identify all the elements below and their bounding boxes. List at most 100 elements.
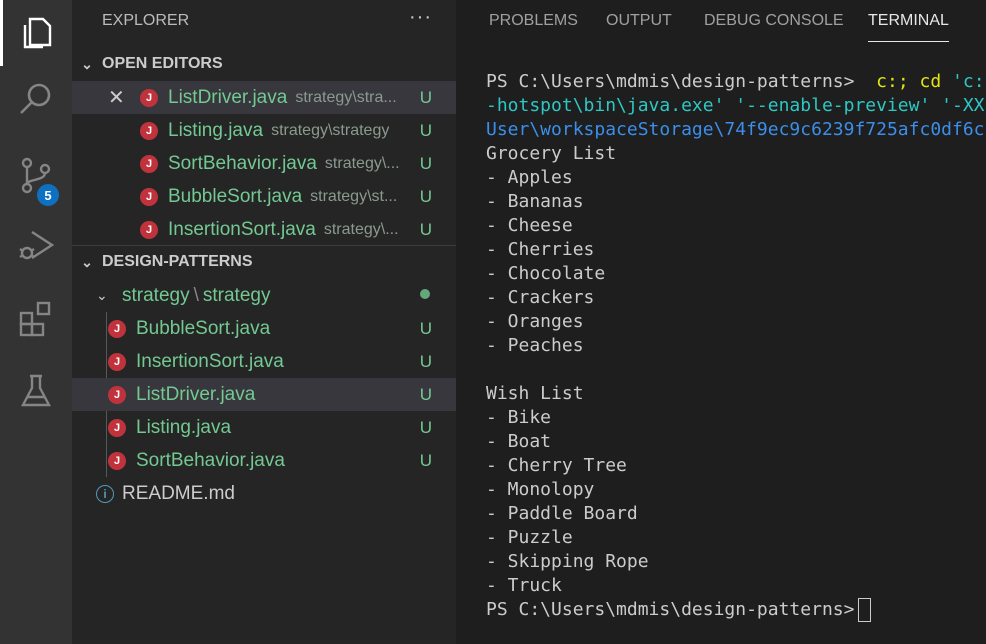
terminal-line: - Paddle Board	[486, 503, 638, 524]
terminal-line: - Puzzle	[486, 527, 573, 548]
tab-problems[interactable]: PROBLEMS	[489, 12, 578, 30]
file-path: strategy\stra...	[295, 88, 397, 106]
readme-item[interactable]: i README.md	[72, 477, 456, 510]
modified-dot-icon	[420, 289, 430, 299]
file-name: BubbleSort.java	[168, 185, 303, 207]
bottom-panel: PROBLEMS OUTPUT DEBUG CONSOLE TERMINAL P…	[456, 0, 986, 644]
terminal-command: c:;	[876, 71, 909, 92]
java-file-icon: J	[108, 385, 126, 404]
explorer-sidebar: EXPLORER ··· ⌄ OPEN EDITORS ✕ J ListDriv…	[72, 0, 456, 644]
git-status: U	[419, 120, 432, 140]
file-path: strategy\...	[324, 154, 400, 172]
file-item[interactable]: J ListDriver.java U	[72, 378, 456, 411]
java-file-icon: J	[108, 451, 126, 470]
terminal-line: - Crackers	[486, 287, 595, 308]
terminal-line: - Cherries	[486, 239, 595, 260]
terminal-line: PS C:\Users\mdmis\design-patterns>	[486, 598, 986, 622]
file-item[interactable]: J Listing.java U	[72, 411, 456, 444]
terminal-cursor	[858, 598, 872, 622]
terminal-line: - Skipping Rope	[486, 551, 649, 572]
folder-name: strategy	[122, 284, 190, 306]
path-separator: \	[193, 284, 199, 306]
open-editor-item[interactable]: ✕ J ListDriver.java strategy\stra... U	[72, 81, 456, 114]
folder-item[interactable]: ⌄ strategy \ strategy	[72, 279, 456, 312]
git-status: U	[419, 186, 432, 206]
java-file-icon: J	[108, 319, 126, 338]
terminal-output[interactable]: PS C:\Users\mdmis\design-patterns> c:; c…	[486, 70, 986, 622]
terminal-line: -hotspot\bin\java.exe' '--enable-preview…	[486, 95, 985, 116]
file-name: BubbleSort.java	[136, 317, 271, 339]
git-status: U	[419, 318, 432, 338]
tab-terminal[interactable]: TERMINAL	[868, 12, 949, 42]
java-file-icon: J	[140, 220, 158, 239]
project-title: DESIGN-PATTERNS	[102, 253, 253, 270]
file-name: SortBehavior.java	[136, 449, 285, 471]
explorer-icon[interactable]	[0, 0, 72, 66]
terminal-line: Grocery List	[486, 143, 617, 164]
file-name: InsertionSort.java	[168, 218, 316, 240]
file-name: README.md	[122, 482, 235, 504]
file-name: ListDriver.java	[168, 86, 288, 108]
open-editor-item[interactable]: J InsertionSort.java strategy\... U	[72, 213, 456, 246]
file-item[interactable]: J SortBehavior.java U	[72, 444, 456, 477]
extensions-icon[interactable]	[0, 286, 72, 352]
chevron-down-icon: ⌄	[96, 287, 108, 303]
open-editor-item[interactable]: J BubbleSort.java strategy\st... U	[72, 180, 456, 213]
java-file-icon: J	[140, 187, 158, 206]
chevron-down-icon: ⌄	[81, 253, 93, 270]
git-status: U	[419, 384, 432, 404]
git-status: U	[419, 450, 432, 470]
file-path: strategy\st...	[310, 187, 398, 205]
java-file-icon: J	[140, 121, 158, 140]
terminal-command: cd	[919, 71, 942, 92]
terminal-output-lines: Grocery List - Apples - Bananas - Cheese - C…	[486, 142, 986, 598]
terminal-line: - Cheese	[486, 215, 573, 236]
terminal-line: - Bike	[486, 407, 552, 428]
project-header[interactable]: ⌄ DESIGN-PATTERNS	[72, 246, 456, 278]
java-file-icon: J	[108, 352, 126, 371]
explorer-title: EXPLORER	[102, 12, 190, 29]
git-status: U	[419, 351, 432, 371]
tab-output[interactable]: OUTPUT	[606, 12, 672, 30]
open-editor-item[interactable]: J Listing.java strategy\strategy U	[72, 114, 456, 147]
source-control-badge: 5	[37, 184, 59, 206]
testing-icon[interactable]	[0, 358, 72, 424]
source-control-icon[interactable]: 5	[0, 142, 72, 208]
terminal-line: - Chocolate	[486, 263, 606, 284]
open-editor-item[interactable]: J SortBehavior.java strategy\... U	[72, 147, 456, 180]
terminal-command: 'c:	[952, 71, 985, 92]
open-editors-title: OPEN EDITORS	[102, 55, 223, 72]
more-actions-icon[interactable]: ···	[409, 6, 432, 29]
file-path: strategy\...	[323, 220, 399, 238]
activity-bar: 5	[0, 0, 72, 644]
git-status: U	[419, 219, 432, 239]
tab-debug-console[interactable]: DEBUG CONSOLE	[704, 12, 844, 30]
terminal-line: - Apples	[486, 167, 573, 188]
java-file-icon: J	[140, 88, 158, 107]
terminal-line: - Cherry Tree	[486, 455, 627, 476]
open-editors-header[interactable]: ⌄ OPEN EDITORS	[72, 48, 456, 80]
terminal-line: - Peaches	[486, 335, 584, 356]
terminal-line: - Monolopy	[486, 479, 595, 500]
chevron-down-icon: ⌄	[81, 55, 93, 72]
folder-name: strategy	[202, 284, 271, 306]
search-icon[interactable]	[0, 66, 72, 132]
terminal-prompt: PS C:\Users\mdmis\design-patterns>	[486, 71, 855, 92]
file-item[interactable]: J BubbleSort.java U	[72, 312, 456, 345]
git-status: U	[419, 87, 432, 107]
terminal-line: - Truck	[486, 575, 562, 596]
terminal-line: - Boat	[486, 431, 552, 452]
file-name: ListDriver.java	[136, 383, 256, 405]
file-name: Listing.java	[136, 416, 232, 438]
terminal-line: - Oranges	[486, 311, 584, 332]
file-item[interactable]: J InsertionSort.java U	[72, 345, 456, 378]
file-name: InsertionSort.java	[136, 350, 284, 372]
terminal-line: Wish List	[486, 383, 584, 404]
close-icon[interactable]: ✕	[108, 85, 125, 110]
file-name: Listing.java	[168, 119, 264, 141]
terminal-line: - Bananas	[486, 191, 584, 212]
git-status: U	[419, 417, 432, 437]
terminal-line: User\workspaceStorage\74f9ec9c6239f725af…	[486, 119, 985, 140]
run-debug-icon[interactable]	[0, 212, 72, 278]
